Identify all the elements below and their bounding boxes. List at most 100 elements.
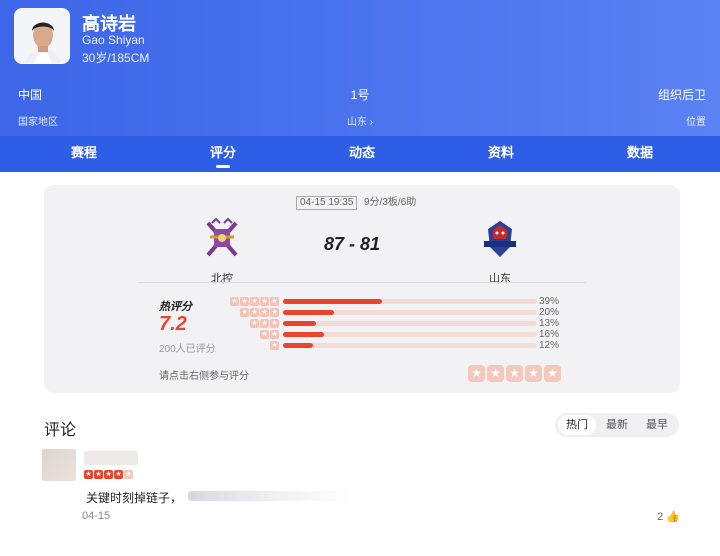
game-date: 04-15 19:35 <box>296 196 358 210</box>
game-rating-card: 04-15 19:35 9分/3板/6助 北控 87 - 81 山东 热评分 7… <box>44 185 680 393</box>
star-icon: ★ <box>250 297 259 306</box>
rating-row-stars: ★ ★ <box>260 330 279 339</box>
rating-percent: 16% <box>539 329 560 340</box>
star-icon: ★ <box>94 470 103 479</box>
rating-bar <box>283 299 537 304</box>
rating-bar-fill <box>283 310 334 315</box>
comments-title: 评论 <box>44 422 77 439</box>
tab-label: 动态 <box>348 145 375 160</box>
stat-team[interactable]: 1号 山东 › <box>340 86 380 128</box>
like-button[interactable]: 2 👍 <box>657 510 680 523</box>
rating-percent: 39% <box>539 296 560 307</box>
rate-star-4[interactable]: ★ <box>525 365 542 382</box>
rating-score: 7.2 <box>159 313 187 335</box>
star-icon: ★ <box>84 470 93 479</box>
rating-count: 200人已评分 <box>159 344 216 355</box>
tab-profile[interactable]: 资料 <box>461 136 541 172</box>
rating-hint: 请点击右侧参与评分 <box>159 371 249 382</box>
rate-star-2[interactable]: ★ <box>487 365 504 382</box>
player-photo <box>15 9 69 63</box>
beikong-logo-icon <box>206 217 238 257</box>
position-label: 位置 <box>686 117 706 128</box>
comment-text-blurred <box>188 491 356 501</box>
stat-country: 中国 国家地区 <box>18 86 58 128</box>
game-score: 87 - 81 <box>324 234 381 254</box>
star-icon: ★ <box>250 308 259 317</box>
stat-position: 组织后卫 位置 <box>658 86 706 128</box>
rating-row-stars: ★ ★ ★ ★ ★ <box>230 297 279 306</box>
tab-news[interactable]: 动态 <box>322 136 402 172</box>
star-icon: ★ <box>104 470 113 479</box>
sort-latest[interactable]: 最新 <box>598 415 636 435</box>
away-team-name: 山东 <box>489 273 511 285</box>
star-icon: ★ <box>260 308 269 317</box>
star-icon: ★ <box>250 319 259 328</box>
tab-label: 评分 <box>209 145 236 160</box>
star-icon: ★ <box>270 341 279 350</box>
sort-earliest[interactable]: 最早 <box>638 415 676 435</box>
sort-hot[interactable]: 热门 <box>558 415 596 435</box>
rating-row-stars: ★ <box>270 341 279 350</box>
player-avatar <box>14 8 70 64</box>
home-team[interactable]: 北控 <box>192 217 252 286</box>
star-icon: ★ <box>240 297 249 306</box>
away-team[interactable]: 山东 <box>470 217 530 286</box>
comment-sort-toggle: 热门 最新 最早 <box>555 413 679 437</box>
player-meta: 30岁/185CM <box>82 51 150 65</box>
rating-bar <box>283 310 537 315</box>
tab-active-indicator <box>216 165 230 168</box>
rating-percent: 13% <box>539 318 560 329</box>
star-icon: ★ <box>270 297 279 306</box>
rating-bar <box>283 321 537 326</box>
team-link[interactable]: 山东 › <box>340 113 380 128</box>
commenter-avatar[interactable] <box>42 449 76 481</box>
rating-percent: 12% <box>539 340 560 351</box>
rating-percent: 20% <box>539 307 560 318</box>
tab-data[interactable]: 数据 <box>600 136 680 172</box>
rating-bar-fill <box>283 332 324 337</box>
like-count: 2 <box>657 511 664 523</box>
tab-rating[interactable]: 评分 <box>183 136 263 172</box>
commenter-name[interactable] <box>84 451 138 465</box>
star-icon: ★ <box>260 330 269 339</box>
tab-label: 资料 <box>487 145 514 160</box>
star-icon: ★ <box>260 297 269 306</box>
star-icon: ★ <box>240 308 249 317</box>
rate-stars-input[interactable]: ★ ★ ★ ★ ★ <box>468 365 561 382</box>
rating-bar <box>283 343 537 348</box>
star-icon: ★ <box>114 470 123 479</box>
comment-date: 04-15 <box>82 510 111 522</box>
star-icon: ★ <box>270 330 279 339</box>
star-icon: ★ <box>270 319 279 328</box>
comment-rating: ★ ★ ★ ★ ★ <box>84 470 133 479</box>
shandong-logo-icon <box>484 221 516 257</box>
game-stat-line: 9分/3板/6助 <box>364 197 417 208</box>
player-name-en: Gao Shiyan <box>82 33 145 47</box>
rate-star-1[interactable]: ★ <box>468 365 485 382</box>
thumbs-up-icon: 👍 <box>666 511 680 523</box>
player-header: 高诗岩 Gao Shiyan 30岁/185CM 中国 国家地区 1号 山东 ›… <box>0 0 720 172</box>
rating-row-stars: ★ ★ ★ ★ <box>240 308 279 317</box>
rate-star-3[interactable]: ★ <box>506 365 523 382</box>
tab-schedule[interactable]: 赛程 <box>44 136 124 172</box>
jersey-number: 1号 <box>350 88 370 102</box>
card-divider <box>138 282 586 283</box>
star-icon: ★ <box>124 470 133 479</box>
home-team-name: 北控 <box>211 273 233 285</box>
rating-label: 热评分 <box>159 301 192 313</box>
tab-bar: 赛程 评分 动态 资料 数据 <box>0 136 720 172</box>
rating-bar-fill <box>283 299 382 304</box>
rating-bar-fill <box>283 321 316 326</box>
rating-bar-fill <box>283 343 313 348</box>
tab-label: 赛程 <box>70 145 97 160</box>
star-icon: ★ <box>270 308 279 317</box>
rating-bar <box>283 332 537 337</box>
rating-row-stars: ★ ★ ★ <box>250 319 279 328</box>
rate-star-5[interactable]: ★ <box>544 365 561 382</box>
star-icon: ★ <box>260 319 269 328</box>
star-icon: ★ <box>230 297 239 306</box>
country-value: 中国 <box>18 88 43 102</box>
tab-label: 数据 <box>626 145 653 160</box>
position-value: 组织后卫 <box>657 88 706 102</box>
comment-text: 关键时刻掉链子， <box>86 491 183 505</box>
